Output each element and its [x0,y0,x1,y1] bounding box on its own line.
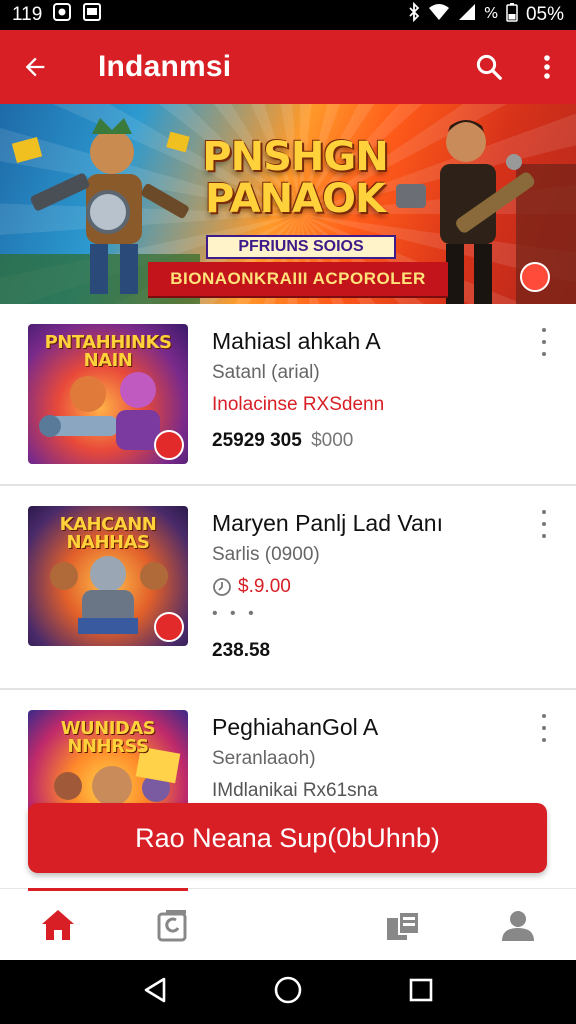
item-more-button[interactable] [534,714,554,742]
item-title: Mahiasl ahkah A [212,328,381,354]
system-navigation-bar [0,960,576,1024]
item-text: PeghiahanGol A Seranlaaoh) IMdlanikai Rx… [212,710,522,808]
item-subtitle: Seranlaaoh) [212,748,316,769]
photo-icon [82,2,102,28]
item-meta: Inolacinse RXSdenn [212,394,385,415]
thumbnail-title: KAHCANN NAHHAS [59,514,157,553]
nav-active-indicator [28,888,188,891]
search-button[interactable] [460,30,518,104]
nav-home[interactable] [0,889,115,960]
banner-badge-icon [520,262,550,292]
system-home-button[interactable] [273,975,303,1010]
item-more-button[interactable] [534,510,554,538]
signal-icon [458,3,476,27]
battery-percent: 05% [525,4,564,25]
status-bar: 119 % 05% [0,0,576,30]
account-icon [502,910,535,941]
item-thumbnail: PNTAHHINKS NAIN [28,324,188,464]
notification-icon [52,2,72,28]
promo-banner[interactable]: PNSHGN PANAOK PFRIUNS SOIOS BIONAONKRAII… [0,104,576,304]
item-text: Maryen Panlj Lad Vanı Sarlis (0900) $.9.… [212,506,522,670]
back-button[interactable] [0,30,70,104]
status-time: 119 [12,4,43,25]
gear-icon [154,612,184,642]
item-subtitle: Satanl (arial) [212,362,320,383]
item-meta: $.9.00 [238,576,291,597]
status-right: % 05% [408,1,564,28]
status-left: 119 [12,2,102,28]
gear-icon [154,430,184,460]
circle-home-icon [274,976,302,1003]
item-price-extra: $000 [311,430,354,451]
app-screen: 119 % 05% Indanmsi PNSHGN PANAOK PFRIUNS… [0,0,576,1024]
clock-icon [213,578,231,596]
primary-cta-button[interactable]: Rao Neana Sup(0bUhnb) [28,803,547,873]
item-more-button[interactable] [534,328,554,356]
item-thumbnail: KAHCANN NAHHAS [28,506,188,646]
system-back-button[interactable] [142,976,168,1009]
collections-icon [387,910,421,940]
library-icon [157,909,187,941]
item-meta-row: $.9.00 [212,570,522,604]
square-recents-icon [409,978,432,1001]
triangle-back-icon [145,977,166,1002]
wifi-icon [428,3,450,27]
app-title: Indanmsi [98,50,232,83]
item-price-main: 25929 305 [212,430,302,451]
item-title: PeghiahanGol A [212,714,379,740]
list-item[interactable]: PNTAHHINKS NAIN Mahiasl ahkah A Satanl (… [0,304,576,486]
thumbnail-title: WUNIDAS NNHRSS [60,718,156,757]
search-icon [476,54,502,80]
more-options-button[interactable] [518,30,576,104]
system-recents-button[interactable] [408,977,434,1008]
item-price: 238.58 [212,640,271,661]
battery-icon [506,2,518,28]
bluetooth-icon [408,1,420,28]
bottom-navigation [0,888,576,960]
item-price: 25929 305 $000 [212,422,522,460]
nav-collections[interactable] [346,889,461,960]
banner-subtitle: PFRIUNS SOIOS [206,235,396,259]
home-icon [41,909,74,940]
data-saver-icon: % [484,2,498,28]
nav-library[interactable] [115,889,230,960]
app-bar-actions [460,30,576,104]
item-text: Mahiasl ahkah A Satanl (arial) Inolacins… [212,324,522,460]
nav-account[interactable] [461,889,576,960]
arrow-back-icon [25,57,45,77]
app-bar: Indanmsi [0,30,576,104]
item-meta-dots: • • • [212,605,258,622]
list-item[interactable]: KAHCANN NAHHAS Maryen Panlj Lad Vanı Sar… [0,486,576,690]
item-title: Maryen Panlj Lad Vanı [212,510,443,536]
banner-title: PNSHGN PANAOK [202,134,388,222]
banner-strip: BIONAONKRAIII ACPOROLER [148,262,448,296]
item-subtitle: Sarlis (0900) [212,544,320,565]
more-vert-icon [544,55,550,79]
thumbnail-title: PNTAHHINKS NAIN [44,332,172,371]
svg-text:%: % [484,4,498,22]
